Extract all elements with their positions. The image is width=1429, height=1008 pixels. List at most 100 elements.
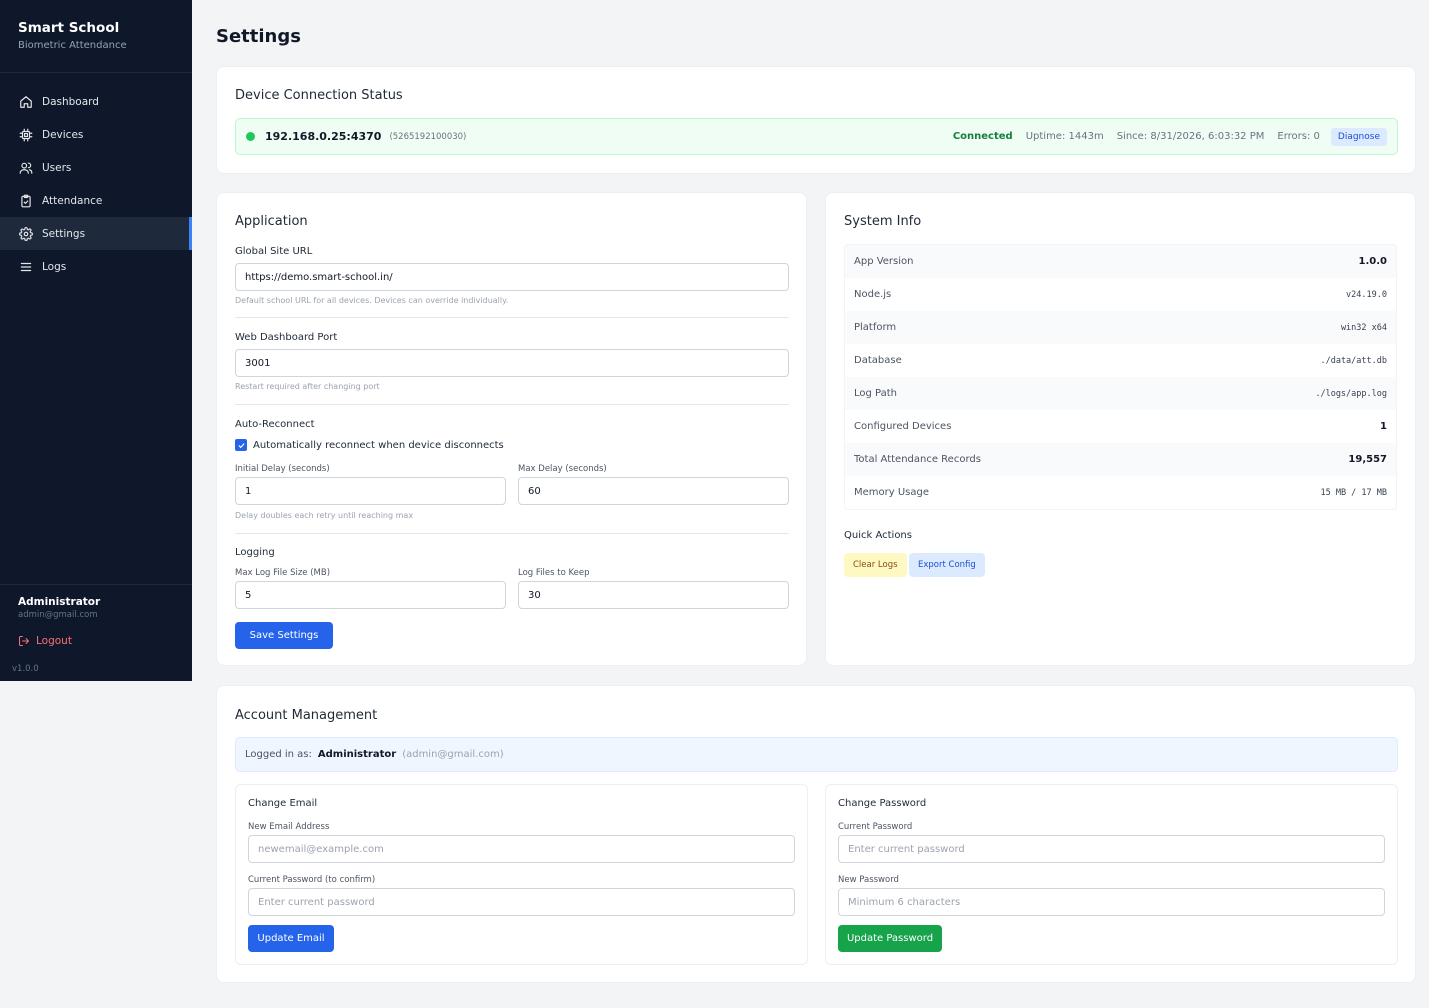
sidebar-item-logs[interactable]: Logs — [0, 250, 192, 283]
info-row-memory-usage: Memory Usage 15 MB / 17 MB — [845, 476, 1396, 509]
device-status-card: Device Connection Status 192.168.0.25:43… — [216, 66, 1416, 174]
sidebar-item-label: Users — [42, 161, 72, 174]
info-key: Node.js — [854, 289, 892, 300]
sidebar-item-dashboard[interactable]: Dashboard — [0, 85, 192, 118]
page-title: Settings — [216, 26, 301, 47]
device-stats: Connected Uptime: 1443m Since: 8/31/2026… — [940, 127, 1387, 146]
divider — [235, 533, 789, 534]
list-icon — [18, 259, 34, 275]
home-icon — [18, 94, 34, 110]
sidebar-item-label: Attendance — [42, 194, 103, 207]
brand: Smart School Biometric Attendance — [0, 0, 192, 73]
system-info-card: System Info App Version 1.0.0 Node.js v2… — [825, 192, 1416, 666]
export-config-button[interactable]: Export Config — [909, 553, 985, 577]
quick-actions-label: Quick Actions — [844, 530, 912, 541]
current-password-label: Current Password — [838, 822, 913, 832]
admin-name: Administrator — [18, 596, 101, 608]
logged-in-email: (admin@gmail.com) — [402, 749, 504, 760]
auto-reconnect-row: Automatically reconnect when device disc… — [235, 439, 504, 451]
log-keep-input[interactable] — [518, 581, 789, 609]
logout-button[interactable]: Logout — [18, 635, 174, 647]
confirm-password-input[interactable] — [248, 888, 795, 916]
max-log-label: Max Log File Size (MB) — [235, 568, 331, 578]
chip-icon — [18, 127, 34, 143]
update-email-button[interactable]: Update Email — [248, 925, 334, 952]
sidebar-item-settings[interactable]: Settings — [0, 217, 192, 250]
reconnect-label: Auto-Reconnect — [235, 419, 315, 430]
sidebar: Smart School Biometric Attendance Dashbo… — [0, 0, 192, 681]
log-keep-label: Log Files to Keep — [518, 568, 590, 578]
status-dot-icon — [246, 132, 255, 141]
update-password-button[interactable]: Update Password — [838, 925, 942, 952]
auto-reconnect-checkbox[interactable] — [235, 439, 247, 451]
connection-status: Connected — [952, 131, 1013, 142]
info-value: win32 x64 — [1340, 322, 1387, 333]
initial-delay-label: Initial Delay (seconds) — [235, 464, 330, 474]
diagnose-button[interactable]: Diagnose — [1330, 127, 1387, 146]
max-log-input[interactable] — [235, 581, 506, 609]
site-url-hint: Default school URL for all devices. Devi… — [235, 296, 509, 305]
logged-in-bar: Logged in as: Administrator (admin@gmail… — [235, 737, 1398, 772]
info-key: Configured Devices — [854, 421, 952, 432]
brand-subtitle: Biometric Attendance — [18, 40, 127, 51]
sidebar-item-users[interactable]: Users — [0, 151, 192, 184]
info-value: ./data/att.db — [1320, 355, 1387, 366]
initial-delay-input[interactable] — [235, 477, 506, 505]
site-url-label: Global Site URL — [235, 246, 313, 257]
device-ip: 192.168.0.25:4370 — [265, 130, 382, 143]
info-key: Database — [854, 355, 902, 366]
info-key: Total Attendance Records — [854, 454, 981, 465]
divider — [235, 317, 789, 318]
change-email-title: Change Email — [248, 798, 318, 809]
site-url-input[interactable] — [235, 263, 789, 291]
sidebar-footer: Administrator admin@gmail.com Logout — [0, 584, 192, 647]
change-password-card: Change Password Current Password New Pas… — [825, 784, 1398, 965]
info-value: 1.0.0 — [1358, 256, 1387, 267]
sidebar-nav: Dashboard Devices Users Attendance Setti… — [0, 85, 192, 283]
application-title: Application — [235, 214, 308, 229]
info-value: ./logs/app.log — [1315, 388, 1387, 399]
info-row-platform: Platform win32 x64 — [845, 311, 1396, 344]
info-row-database: Database ./data/att.db — [845, 344, 1396, 377]
info-row-nodejs: Node.js v24.19.0 — [845, 278, 1396, 311]
application-card: Application Global Site URL Default scho… — [216, 192, 807, 666]
device-since: Since: 8/31/2026, 6:03:32 PM — [1116, 131, 1265, 142]
port-hint: Restart required after changing port — [235, 382, 380, 391]
users-icon — [18, 160, 34, 176]
sidebar-item-attendance[interactable]: Attendance — [0, 184, 192, 217]
current-password-input[interactable] — [838, 835, 1385, 863]
auto-reconnect-text: Automatically reconnect when device disc… — [253, 439, 504, 451]
new-email-input[interactable] — [248, 835, 795, 863]
port-input[interactable] — [235, 349, 789, 377]
sidebar-item-devices[interactable]: Devices — [0, 118, 192, 151]
confirm-password-label: Current Password (to confirm) — [248, 875, 376, 885]
new-password-input[interactable] — [838, 888, 1385, 916]
info-key: Memory Usage — [854, 487, 930, 498]
system-info-table: App Version 1.0.0 Node.js v24.19.0 Platf… — [844, 244, 1397, 510]
clear-logs-button[interactable]: Clear Logs — [844, 553, 907, 577]
delay-hint: Delay doubles each retry until reaching … — [235, 511, 414, 520]
port-label: Web Dashboard Port — [235, 332, 338, 343]
device-connection-row: 192.168.0.25:4370 (5265192100030) Connec… — [235, 118, 1398, 155]
logged-in-name: Administrator — [317, 749, 397, 760]
info-row-app-version: App Version 1.0.0 — [845, 245, 1396, 278]
save-settings-button[interactable]: Save Settings — [235, 622, 333, 649]
sidebar-item-label: Devices — [42, 128, 84, 141]
divider — [235, 404, 789, 405]
device-errors: Errors: 0 — [1277, 131, 1320, 142]
new-email-label: New Email Address — [248, 822, 330, 832]
account-title: Account Management — [235, 708, 378, 723]
max-delay-input[interactable] — [518, 477, 789, 505]
logged-in-label: Logged in as: — [245, 749, 312, 760]
new-password-label: New Password — [838, 875, 899, 885]
info-value: v24.19.0 — [1346, 289, 1387, 300]
admin-email: admin@gmail.com — [18, 610, 98, 620]
gear-icon — [18, 226, 34, 242]
info-row-configured-devices: Configured Devices 1 — [845, 410, 1396, 443]
change-email-card: Change Email New Email Address Current P… — [235, 784, 808, 965]
info-row-log-path: Log Path ./logs/app.log — [845, 377, 1396, 410]
change-password-title: Change Password — [838, 798, 927, 809]
sidebar-item-label: Dashboard — [42, 95, 99, 108]
device-serial: (5265192100030) — [389, 131, 467, 142]
device-uptime: Uptime: 1443m — [1025, 131, 1104, 142]
